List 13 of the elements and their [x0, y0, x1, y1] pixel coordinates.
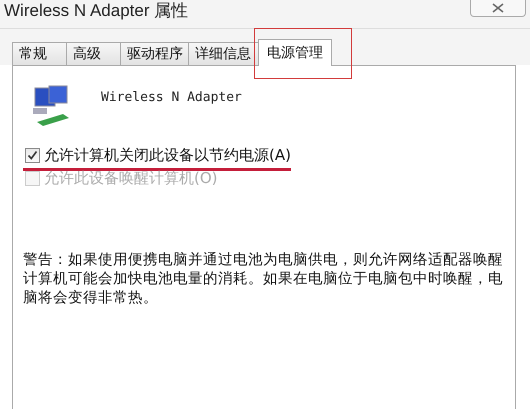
warning-text: 警告：如果使用便携电脑并通过电池为电脑供电，则允许网络适配器唤醒计算机可能会加快电池电量的消耗。如果在电脑位于电脑包中时唤醒，电脑将会变得非常热。 — [23, 250, 504, 307]
tab[interactable]: 常规 — [12, 42, 68, 65]
checkbox-label: 允许计算机关闭此设备以节约电源(A) — [44, 146, 291, 165]
close-icon — [491, 3, 505, 13]
tab[interactable]: 详细信息 — [188, 42, 260, 65]
close-button[interactable] — [470, 0, 526, 17]
checkbox[interactable] — [25, 148, 40, 163]
window-title: Wireless N Adapter 属性 — [4, 0, 188, 22]
checkbox-label: 允许此设备唤醒计算机(O) — [44, 169, 218, 188]
device-name: Wireless N Adapter — [101, 90, 242, 105]
tab[interactable]: 驱动程序 — [120, 42, 190, 65]
tab[interactable]: 高级 — [66, 42, 122, 65]
tab[interactable]: 电源管理 — [258, 39, 332, 66]
